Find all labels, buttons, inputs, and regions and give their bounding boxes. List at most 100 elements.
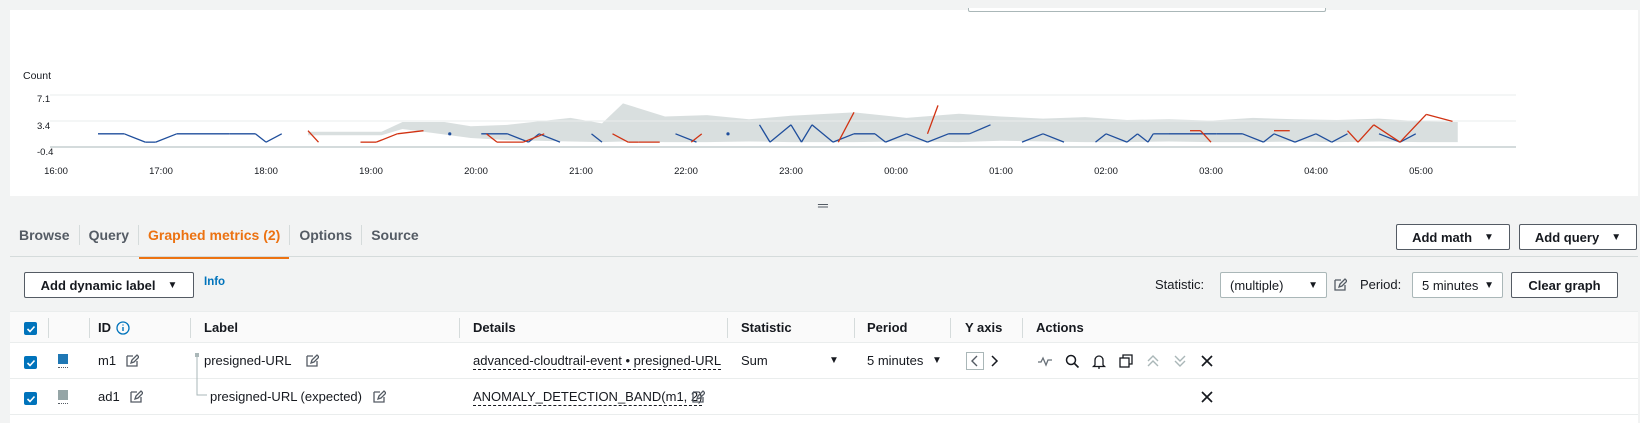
tree-connector <box>196 379 207 396</box>
x-tick-label: 22:00 <box>674 166 698 177</box>
series-2-segment <box>397 130 424 135</box>
series-1-segment <box>265 133 283 143</box>
metric-label: presigned-URL <box>204 353 292 368</box>
edit-label-icon[interactable] <box>305 354 319 368</box>
clear-graph-button[interactable]: Clear graph <box>1511 272 1618 298</box>
add-dynamic-label-button[interactable]: Add dynamic label ▼ <box>24 272 194 298</box>
header-period: Period <box>867 320 908 335</box>
remove-metric-icon[interactable] <box>1199 353 1215 369</box>
column-separator <box>1022 318 1023 338</box>
info-circle-icon[interactable] <box>116 321 130 335</box>
series-1-segment <box>255 133 267 143</box>
caret-down-icon: ▼ <box>1484 231 1494 243</box>
swatch-dots <box>58 366 68 368</box>
select-all-checkbox[interactable] <box>24 322 37 335</box>
statistic-select[interactable]: (multiple) ▼ <box>1220 272 1327 298</box>
table-row: ad1 presigned-URL (expected) ANOMALY_DET… <box>10 379 1638 415</box>
column-separator <box>89 318 90 338</box>
add-math-label: Add math <box>1412 229 1473 245</box>
graph-panel: Count 7.1 3.4 -0.4 16:00 17:00 18:00 19:00 2… <box>10 8 1638 196</box>
move-up-icon[interactable] <box>1145 353 1161 369</box>
header-label: Label <box>204 320 238 335</box>
column-separator <box>48 318 49 338</box>
add-math-button[interactable]: Add math ▼ <box>1396 224 1510 250</box>
resize-handle[interactable]: ═ <box>818 198 828 212</box>
y-axis-right-icon[interactable] <box>987 353 1003 369</box>
column-separator <box>727 318 728 338</box>
x-tick-label: 23:00 <box>779 166 803 177</box>
table-header: ID Label Details Statistic Period Y axis… <box>10 311 1638 343</box>
cloudwatch-metrics-page: Count 7.1 3.4 -0.4 16:00 17:00 18:00 19:00 2… <box>0 0 1640 423</box>
check-icon <box>26 325 35 333</box>
caret-down-icon: ▼ <box>1611 231 1622 243</box>
period-select[interactable]: 5 minutes ▼ <box>1412 272 1503 298</box>
add-query-label: Add query <box>1534 229 1600 245</box>
series-color-swatch[interactable] <box>58 354 68 364</box>
metric-id: ad1 <box>98 389 120 404</box>
y-axis-left-icon[interactable] <box>966 352 984 370</box>
series-color-swatch[interactable] <box>58 390 68 400</box>
tab-graphed-metrics[interactable]: Graphed metrics (2) <box>138 225 290 259</box>
column-separator <box>459 318 460 338</box>
info-link[interactable]: Info <box>204 276 225 288</box>
row-period-value[interactable]: 5 minutes <box>867 353 923 368</box>
add-query-button[interactable]: Add query ▼ <box>1519 224 1637 250</box>
edit-id-icon[interactable] <box>129 390 143 404</box>
tab-options[interactable]: Options <box>289 225 361 245</box>
x-tick-label: 21:00 <box>569 166 593 177</box>
caret-down-icon[interactable]: ▼ <box>932 355 942 366</box>
row-checkbox[interactable] <box>24 356 37 369</box>
statistic-label: Statistic: <box>1155 277 1205 292</box>
header-statistic: Statistic <box>741 320 792 335</box>
remove-metric-icon[interactable] <box>1199 389 1215 405</box>
edit-statistic-icon[interactable] <box>1333 278 1347 292</box>
add-dynamic-label-text: Add dynamic label <box>40 277 156 293</box>
tabs-divider <box>10 256 1638 257</box>
column-separator <box>190 318 191 338</box>
tab-bar: Browse Query Graphed metrics (2) Options… <box>10 213 428 259</box>
series-1-segment <box>124 133 146 143</box>
period-select-value: 5 minutes <box>1422 277 1479 293</box>
row-statistic-value[interactable]: Sum <box>741 353 768 368</box>
x-tick-label: 19:00 <box>359 166 383 177</box>
series-2-segment <box>1426 113 1453 122</box>
x-tick-label: 18:00 <box>254 166 278 177</box>
header-id-text: ID <box>98 320 111 335</box>
edit-expression-icon[interactable] <box>691 390 705 404</box>
edit-label-icon[interactable] <box>372 390 386 404</box>
caret-down-icon: ▼ <box>1484 279 1494 291</box>
edit-id-icon[interactable] <box>125 354 139 368</box>
x-tick-label: 01:00 <box>989 166 1013 177</box>
move-down-icon[interactable] <box>1172 353 1188 369</box>
x-tick-label: 20:00 <box>464 166 488 177</box>
x-tick-label: 00:00 <box>884 166 908 177</box>
series-1-point <box>448 132 452 136</box>
header-id: ID <box>98 320 111 335</box>
clear-graph-label: Clear graph <box>1528 277 1601 293</box>
metric-id: m1 <box>98 353 117 368</box>
bell-alarm-icon[interactable] <box>1091 353 1107 369</box>
caret-down-icon[interactable]: ▼ <box>829 355 839 366</box>
metric-details[interactable]: ANOMALY_DETECTION_BAND(m1, 2) <box>473 389 703 406</box>
header-details: Details <box>473 320 516 335</box>
caret-down-icon: ▼ <box>1308 279 1318 291</box>
header-actions: Actions <box>1036 320 1084 335</box>
anomaly-band <box>308 103 1458 143</box>
statistic-select-value: (multiple) <box>1230 277 1284 293</box>
graph-this-metric-icon[interactable] <box>1037 353 1053 369</box>
table-row: m1 presigned-URL advanced-cloudtrail-eve… <box>10 343 1638 380</box>
check-icon <box>26 359 35 367</box>
x-tick-label: 05:00 <box>1409 166 1433 177</box>
row-checkbox[interactable] <box>24 392 37 405</box>
x-tick-label: 17:00 <box>149 166 173 177</box>
tab-source[interactable]: Source <box>361 225 427 245</box>
caret-down-icon: ▼ <box>167 279 178 291</box>
column-separator <box>950 318 951 338</box>
search-icon[interactable] <box>1064 353 1080 369</box>
metric-label: presigned-URL (expected) <box>210 389 362 404</box>
duplicate-icon[interactable] <box>1118 353 1134 369</box>
tab-browse[interactable]: Browse <box>10 225 79 245</box>
metric-details[interactable]: advanced-cloudtrail-event • presigned-UR… <box>473 353 722 370</box>
period-label: Period: <box>1360 277 1402 292</box>
tab-query[interactable]: Query <box>78 225 138 245</box>
